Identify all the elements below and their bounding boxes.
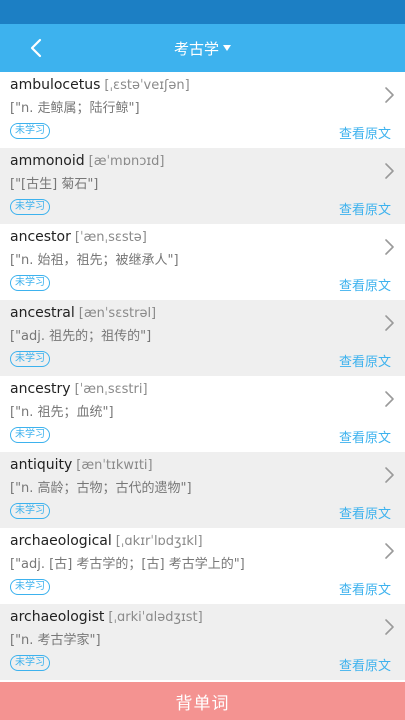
word-meaning: ["n. 高龄；古物；古代的遗物"] [10, 481, 192, 496]
word-text: ammonoid [10, 153, 85, 169]
status-badge: 未学习 [10, 123, 50, 139]
word-phonetic: [ˌɑkɪrˈlɒdʒɪkl] [115, 534, 203, 549]
view-original-link[interactable]: 查看原文 [339, 579, 391, 598]
status-badge: 未学习 [10, 655, 50, 671]
chevron-right-icon [385, 239, 394, 255]
word-phonetic: [ˌɛstəˈveɪʃən] [104, 78, 190, 93]
view-original-link[interactable]: 查看原文 [339, 503, 391, 522]
word-text: archaeologist [10, 609, 105, 625]
word-meaning: ["n. 考古学家"] [10, 633, 101, 648]
word-text: ambulocetus [10, 77, 101, 93]
view-original-link[interactable]: 查看原文 [339, 427, 391, 446]
word-phonetic: [ænˈtɪkwɪti] [76, 458, 153, 473]
chevron-right-icon [385, 315, 394, 331]
word-row[interactable]: ambulocetus [ˌɛstəˈveɪʃən] ["n. 走鲸属；陆行鲸"]… [0, 72, 405, 148]
chevron-right-icon [385, 619, 394, 635]
word-row[interactable]: antiquity [ænˈtɪkwɪti] ["n. 高龄；古物；古代的遗物"]… [0, 452, 405, 528]
word-meaning: ["n. 始祖，祖先；被继承人"] [10, 253, 179, 268]
view-original-link[interactable]: 查看原文 [339, 199, 391, 218]
word-meaning: ["adj. [古] 考古学的；[古] 考古学上的"] [10, 557, 245, 572]
word-row[interactable]: ammonoid [æˈmɒnɔɪd] ["[古生] 菊石"] 未学习 查看原文 [0, 148, 405, 224]
word-phonetic: [æˈmɒnɔɪd] [88, 154, 165, 169]
view-original-link[interactable]: 查看原文 [339, 351, 391, 370]
word-meaning: ["adj. 祖先的；祖传的"] [10, 329, 152, 344]
word-row[interactable]: ancestor [ˈænˌsɛstə] ["n. 始祖，祖先；被继承人"] 未学… [0, 224, 405, 300]
status-badge: 未学习 [10, 199, 50, 215]
status-badge: 未学习 [10, 503, 50, 519]
word-row[interactable]: archaeologist [ˌɑrkiˈɑlədʒɪst] ["n. 考古学家"… [0, 604, 405, 680]
top-nav-bar: 考古学 [0, 24, 405, 72]
memorize-words-label: 背单词 [175, 693, 230, 714]
word-row[interactable]: archaeological [ˌɑkɪrˈlɒdʒɪkl] ["adj. [古]… [0, 528, 405, 604]
view-original-link[interactable]: 查看原文 [339, 275, 391, 294]
word-row[interactable]: ancestry [ˈænˌsɛstri] ["n. 祖先；血统"] 未学习 查看… [0, 376, 405, 452]
word-text: archaeological [10, 533, 112, 549]
chevron-right-icon [385, 391, 394, 407]
word-meaning: ["[古生] 菊石"] [10, 177, 99, 192]
word-text: ancestor [10, 229, 71, 245]
word-row[interactable]: ancestral [ænˈsɛstrəl] ["adj. 祖先的；祖传的"] 未… [0, 300, 405, 376]
chevron-right-icon [385, 87, 394, 103]
word-phonetic: [ˌɑrkiˈɑlədʒɪst] [108, 610, 203, 625]
word-text: ancestry [10, 381, 71, 397]
view-original-link[interactable]: 查看原文 [339, 655, 391, 674]
status-bar [0, 0, 405, 24]
status-badge: 未学习 [10, 427, 50, 443]
word-list: ambulocetus [ˌɛstəˈveɪʃən] ["n. 走鲸属；陆行鲸"]… [0, 72, 405, 680]
word-meaning: ["n. 祖先；血统"] [10, 405, 114, 420]
status-badge: 未学习 [10, 579, 50, 595]
caret-down-icon [223, 45, 231, 51]
status-badge: 未学习 [10, 275, 50, 291]
chevron-right-icon [385, 543, 394, 559]
word-phonetic: [ænˈsɛstrəl] [78, 306, 157, 321]
view-original-link[interactable]: 查看原文 [339, 123, 391, 142]
status-badge: 未学习 [10, 351, 50, 367]
category-selector[interactable]: 考古学 [0, 24, 405, 72]
word-phonetic: [ˈænˌsɛstri] [74, 382, 148, 397]
chevron-right-icon [385, 163, 394, 179]
word-meaning: ["n. 走鲸属；陆行鲸"] [10, 101, 140, 116]
memorize-words-button[interactable]: 背单词 [0, 682, 405, 720]
word-phonetic: [ˈænˌsɛstə] [74, 230, 147, 245]
chevron-right-icon [385, 467, 394, 483]
page-title: 考古学 [173, 39, 219, 58]
word-text: ancestral [10, 305, 75, 321]
word-text: antiquity [10, 457, 73, 473]
